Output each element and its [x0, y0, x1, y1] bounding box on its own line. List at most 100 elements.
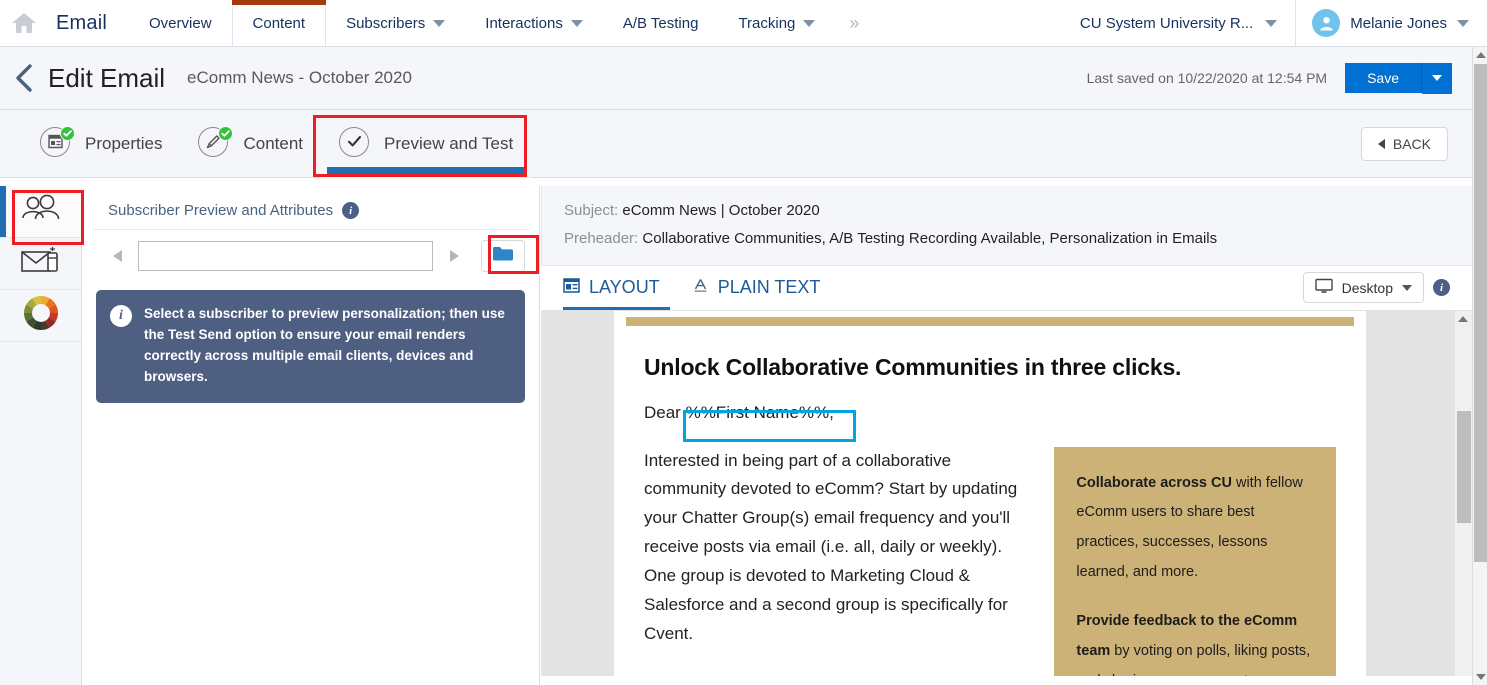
- email-name: eComm News - October 2020: [187, 68, 412, 87]
- tab-layout[interactable]: LAYOUT: [563, 265, 692, 310]
- chevron-down-icon: [1457, 19, 1469, 27]
- subscriber-notice: i Select a subscriber to preview persona…: [96, 290, 525, 403]
- tab-label: PLAIN TEXT: [717, 277, 821, 297]
- email-document: Unlock Collaborative Communities in thre…: [614, 310, 1366, 676]
- nav-item-label: Overview: [149, 14, 212, 32]
- subscriber-picker: [82, 230, 539, 272]
- save-options-button[interactable]: [1422, 62, 1452, 94]
- preview-device-controls: Desktop i: [1302, 272, 1450, 303]
- wizard-step-bar: Properties Content Preview and Test BACK: [0, 109, 1472, 178]
- save-button[interactable]: Save: [1345, 63, 1422, 93]
- nav-item-label: Tracking: [738, 14, 796, 32]
- page-scrollbar[interactable]: [1472, 47, 1487, 685]
- nav-item-subscribers[interactable]: Subscribers: [326, 0, 465, 46]
- email-heading: Unlock Collaborative Communities in thre…: [644, 353, 1182, 380]
- color-wheel-icon: [22, 294, 60, 337]
- email-paragraph: Interested in being part of a collaborat…: [644, 450, 1018, 643]
- step-label: Content: [243, 133, 304, 153]
- rail-item-subscriber-preview[interactable]: [0, 186, 82, 238]
- rail-item-test-send[interactable]: [0, 238, 82, 290]
- email-main-column: Interested in being part of a collaborat…: [644, 447, 1030, 676]
- scroll-down-icon[interactable]: [1473, 669, 1487, 685]
- subscribers-people-icon: [19, 194, 63, 229]
- step-label: Properties: [85, 133, 163, 153]
- info-icon[interactable]: i: [1433, 279, 1450, 296]
- back-button[interactable]: [0, 63, 48, 93]
- next-subscriber-button[interactable]: [433, 242, 475, 270]
- tab-label: LAYOUT: [589, 277, 660, 297]
- subscriber-panel-header: Subscriber Preview and Attributes i: [94, 186, 527, 230]
- nav-item-label: A/B Testing: [622, 14, 699, 32]
- properties-icon: [40, 125, 75, 161]
- check-circle-icon: [339, 126, 373, 161]
- user-menu[interactable]: Melanie Jones: [1296, 0, 1487, 46]
- scroll-thumb[interactable]: [1474, 64, 1487, 562]
- subscriber-panel-title: Subscriber Preview and Attributes: [108, 202, 334, 219]
- callout-2-rest: by voting on polls, liking posts, and sh…: [1076, 643, 1311, 675]
- step-content[interactable]: Content: [180, 110, 321, 178]
- callout-paragraph-1: Collaborate across CU with fellow eComm …: [1076, 469, 1316, 588]
- pencil-icon: [198, 125, 234, 161]
- callout-1-bold: Collaborate across CU: [1076, 474, 1232, 491]
- browse-subscribers-button[interactable]: [481, 240, 525, 272]
- email-preview-stage: Unlock Collaborative Communities in thre…: [541, 310, 1472, 676]
- test-send-envelope-icon: [19, 245, 63, 282]
- chevron-down-icon: [433, 19, 446, 27]
- chevron-down-icon: [1432, 75, 1442, 81]
- email-greeting-prefix: Dear: [644, 402, 686, 422]
- last-saved-status: Last saved on 10/22/2020 at 12:54 PM: [1086, 70, 1328, 86]
- page-header-actions: Last saved on 10/22/2020 at 12:54 PM Sav…: [1086, 62, 1472, 94]
- subscriber-search-input[interactable]: [138, 241, 433, 271]
- device-label: Desktop: [1341, 279, 1393, 296]
- account-name: CU System University R...: [1079, 14, 1254, 32]
- nav-item-tracking[interactable]: Tracking: [718, 0, 835, 46]
- previous-subscriber-icon: [112, 250, 122, 262]
- previous-subscriber-button[interactable]: [96, 242, 138, 270]
- nav-item-ab-testing[interactable]: A/B Testing: [603, 0, 719, 46]
- top-navigation-bar: Email Overview Content Subscribers Inter…: [0, 0, 1487, 47]
- nav-item-content[interactable]: Content: [231, 0, 327, 46]
- email-columns: Interested in being part of a collaborat…: [644, 446, 1336, 676]
- subject-row: Subject: eComm News | October 2020: [564, 197, 1450, 225]
- nav-item-overview[interactable]: Overview: [129, 0, 232, 46]
- email-greeting: Dear %%First Name%%,: [644, 403, 1336, 423]
- info-icon: i: [110, 305, 132, 327]
- rail-item-color-wheel[interactable]: [0, 290, 82, 342]
- back-chevron-icon: [16, 64, 32, 92]
- subject-value: eComm News | October 2020: [622, 202, 820, 219]
- email-meta: Subject: eComm News | October 2020 Prehe…: [541, 186, 1472, 266]
- back-step-label: BACK: [1392, 135, 1431, 152]
- email-body: Unlock Collaborative Communities in thre…: [614, 326, 1366, 676]
- email-sidebar-callout: Collaborate across CU with fellow eComm …: [1054, 446, 1336, 676]
- subscriber-preview-panel: Subscriber Preview and Attributes i i Se…: [82, 186, 540, 685]
- scroll-up-icon[interactable]: [1455, 311, 1470, 327]
- page-header: Edit Email eComm News - October 2020 Las…: [0, 47, 1472, 110]
- app-name: Email: [56, 11, 108, 34]
- nav-item-interactions[interactable]: Interactions: [465, 0, 603, 46]
- step-preview-and-test[interactable]: Preview and Test: [321, 109, 532, 178]
- back-step-button[interactable]: BACK: [1360, 126, 1448, 161]
- account-selector[interactable]: CU System University R...: [1062, 0, 1297, 46]
- preheader-row: Preheader: Collaborative Communities, A/…: [564, 225, 1450, 253]
- nav-item-label: Interactions: [485, 14, 563, 32]
- subscriber-notice-text: Select a subscriber to preview personali…: [144, 306, 505, 384]
- home-icon: [11, 11, 37, 35]
- tab-plain-text[interactable]: PLAIN TEXT: [692, 265, 853, 310]
- email-preview-scrollbar[interactable]: [1455, 310, 1472, 676]
- home-button[interactable]: [0, 0, 48, 46]
- preview-tabs: LAYOUT PLAIN TEXT Desktop i: [541, 265, 1472, 311]
- preview-tool-rail: [0, 186, 82, 685]
- desktop-monitor-icon: [1314, 278, 1333, 297]
- scroll-up-icon[interactable]: [1473, 47, 1487, 63]
- info-icon[interactable]: i: [342, 202, 360, 219]
- step-label: Preview and Test: [384, 133, 514, 153]
- nav-right-cluster: CU System University R... Melanie Jones: [1062, 0, 1487, 46]
- step-properties[interactable]: Properties: [22, 110, 180, 178]
- more-nav-items-icon[interactable]: »: [835, 0, 873, 46]
- scroll-thumb[interactable]: [1457, 410, 1471, 523]
- device-selector[interactable]: Desktop: [1302, 272, 1424, 303]
- chevron-down-icon: [803, 19, 816, 27]
- plain-text-icon: [692, 277, 709, 299]
- layout-icon: [563, 277, 580, 299]
- chevron-down-icon: [1402, 284, 1412, 291]
